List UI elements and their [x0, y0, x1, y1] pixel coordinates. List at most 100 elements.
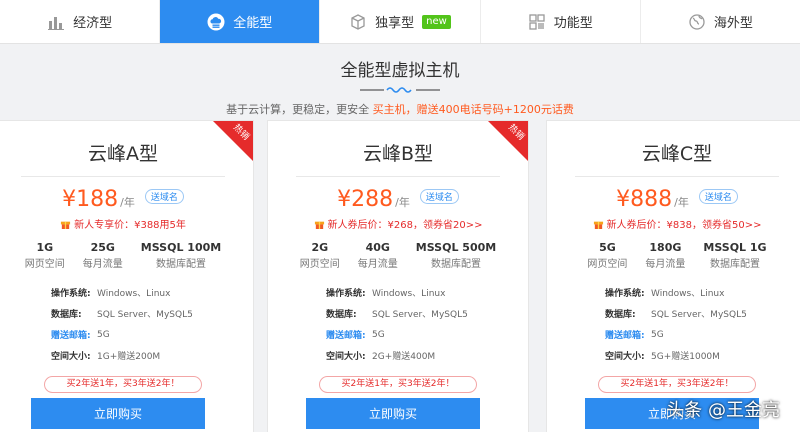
spec-label: 每月流量	[357, 259, 398, 270]
gift-icon	[593, 221, 603, 229]
cube-icon	[349, 13, 367, 31]
spec-list: 2G 网页空间 40G 每月流量 MSSQL 500M 数据库配置	[268, 241, 528, 270]
globe-icon	[688, 13, 706, 31]
spec-item: 1G 网页空间	[25, 241, 65, 270]
detail-row: 赠送邮箱: 5G	[326, 324, 528, 345]
price-row: ¥888 /年 送域名	[547, 187, 800, 212]
detail-list: 操作系统: Windows、Linux 数据库: SQL Server、MySQL5…	[605, 282, 800, 366]
detail-key: 空间大小:	[326, 352, 366, 362]
detail-value: SQL Server、MySQL5	[651, 310, 747, 320]
wave-divider-icon	[360, 87, 440, 93]
spec-label: 每月流量	[645, 259, 686, 270]
spec-value: 1G	[36, 241, 54, 254]
divider	[21, 176, 225, 177]
detail-key: 数据库:	[326, 310, 357, 320]
detail-row: 数据库: SQL Server、MySQL5	[326, 303, 528, 324]
bar-chart-icon	[47, 13, 65, 31]
detail-key-link[interactable]: 赠送邮箱:	[326, 328, 372, 341]
free-domain-tag: 送域名	[419, 189, 459, 204]
spec-label: 网页空间	[587, 259, 628, 270]
spec-value: 2G	[311, 241, 329, 254]
detail-key: 操作系统:	[605, 289, 645, 299]
promo-line[interactable]: 新人专享价：¥388用5年	[0, 216, 253, 231]
spec-value: MSSQL 500M	[415, 241, 497, 254]
detail-key-link[interactable]: 赠送邮箱:	[51, 328, 97, 341]
spec-item: 2G 网页空间	[300, 241, 340, 270]
price: ¥188	[62, 187, 119, 212]
spec-list: 5G 网页空间 180G 每月流量 MSSQL 1G 数据库配置	[547, 241, 800, 270]
spec-value: 180G	[649, 241, 682, 254]
spec-item: 25G 每月流量	[83, 241, 123, 270]
promo-line[interactable]: 新人券后价：¥268，领券省20>>	[268, 216, 528, 231]
detail-row: 空间大小: 5G+赠送1000M	[605, 345, 800, 366]
spec-item: MSSQL 500M 数据库配置	[416, 241, 496, 270]
promo-line[interactable]: 新人券后价：¥838，领券省50>>	[547, 216, 800, 231]
promo-text: 新人券后价：¥268，领券省20>>	[327, 220, 483, 231]
cloud-server-icon	[207, 13, 225, 31]
spec-item: MSSQL 1G 数据库配置	[703, 241, 766, 270]
detail-key: 操作系统:	[51, 289, 91, 299]
detail-key: 空间大小:	[51, 352, 91, 362]
detail-key: 操作系统:	[326, 289, 366, 299]
spec-label: 数据库配置	[431, 259, 481, 270]
spec-label: 数据库配置	[156, 259, 206, 270]
plan-card-a: 热销 云峰A型 ¥188 /年 送域名 新人专享价：¥388用5年 1G 网页空间…	[0, 120, 254, 432]
tab-all-purpose[interactable]: 全能型	[160, 0, 321, 43]
tab-label: 经济型	[73, 16, 113, 31]
subtitle-promo-link[interactable]: 买主机，赠送400电话号码+1200元话费	[373, 103, 574, 116]
detail-value: 5G+赠送1000M	[651, 352, 720, 362]
detail-row: 操作系统: Windows、Linux	[605, 282, 800, 303]
detail-key-link[interactable]: 赠送邮箱:	[605, 328, 651, 341]
spec-value: MSSQL 1G	[703, 241, 767, 254]
tab-overseas[interactable]: 海外型	[641, 0, 800, 43]
price-unit: /年	[120, 196, 135, 209]
free-domain-tag: 送域名	[144, 189, 184, 204]
tab-label: 全能型	[233, 16, 273, 31]
tab-functional[interactable]: 功能型	[481, 0, 641, 43]
detail-list: 操作系统: Windows、Linux 数据库: SQL Server、MySQL5…	[51, 282, 253, 366]
detail-value: SQL Server、MySQL5	[97, 310, 193, 320]
new-badge: new	[422, 14, 451, 29]
detail-value: Windows、Linux	[651, 289, 725, 299]
detail-key: 数据库:	[51, 310, 82, 320]
price-row: ¥188 /年 送域名	[0, 187, 253, 212]
detail-value: Windows、Linux	[372, 289, 446, 299]
detail-row: 空间大小: 2G+赠送400M	[326, 345, 528, 366]
detail-value: Windows、Linux	[97, 289, 171, 299]
spec-list: 1G 网页空间 25G 每月流量 MSSQL 100M 数据库配置	[0, 241, 253, 270]
section-heading: 全能型虚拟主机 基于云计算，更稳定，更安全 买主机，赠送400电话号码+1200…	[0, 56, 800, 117]
buy-now-button[interactable]: 立即购买	[31, 398, 205, 429]
plan-card-c: 云峰C型 ¥888 /年 送域名 新人券后价：¥838，领券省50>> 5G 网页…	[546, 120, 800, 432]
spec-label: 数据库配置	[709, 259, 760, 270]
detail-key: 数据库:	[605, 310, 636, 320]
multi-year-offer: 买2年送1年，买3年送2年！	[319, 376, 477, 393]
detail-row: 数据库: SQL Server、MySQL5	[605, 303, 800, 324]
gift-icon	[314, 221, 324, 229]
spec-item: 180G 每月流量	[645, 241, 685, 270]
free-domain-tag: 送域名	[698, 189, 738, 204]
spec-item: 40G 每月流量	[358, 241, 398, 270]
spec-value: 5G	[599, 241, 616, 254]
divider	[575, 176, 779, 177]
multi-year-offer: 买2年送1年，买3年送2年！	[598, 376, 756, 393]
plan-name: 云峰C型	[641, 143, 713, 165]
spec-value: 25G	[90, 241, 115, 254]
tab-label: 海外型	[713, 16, 753, 31]
detail-value: 2G+赠送400M	[372, 352, 436, 362]
grid-icon	[528, 13, 546, 31]
price: ¥888	[616, 187, 673, 212]
subtitle-text: 基于云计算，更稳定，更安全	[226, 103, 370, 116]
buy-now-button[interactable]: 立即购买	[306, 398, 480, 429]
tab-dedicated[interactable]: 独享型 new	[320, 0, 481, 43]
detail-value: 5G	[97, 329, 110, 340]
detail-row: 数据库: SQL Server、MySQL5	[51, 303, 253, 324]
detail-list: 操作系统: Windows、Linux 数据库: SQL Server、MySQL5…	[326, 282, 528, 366]
spec-label: 网页空间	[24, 259, 65, 270]
spec-item: 5G 网页空间	[587, 241, 627, 270]
detail-row: 赠送邮箱: 5G	[51, 324, 253, 345]
section-subtitle: 基于云计算，更稳定，更安全 买主机，赠送400电话号码+1200元话费	[0, 101, 800, 117]
tab-label: 独享型	[375, 16, 415, 31]
tab-economy[interactable]: 经济型	[0, 0, 161, 43]
promo-text: 新人券后价：¥838，领券省50>>	[606, 220, 762, 231]
spec-label: 网页空间	[299, 259, 340, 270]
